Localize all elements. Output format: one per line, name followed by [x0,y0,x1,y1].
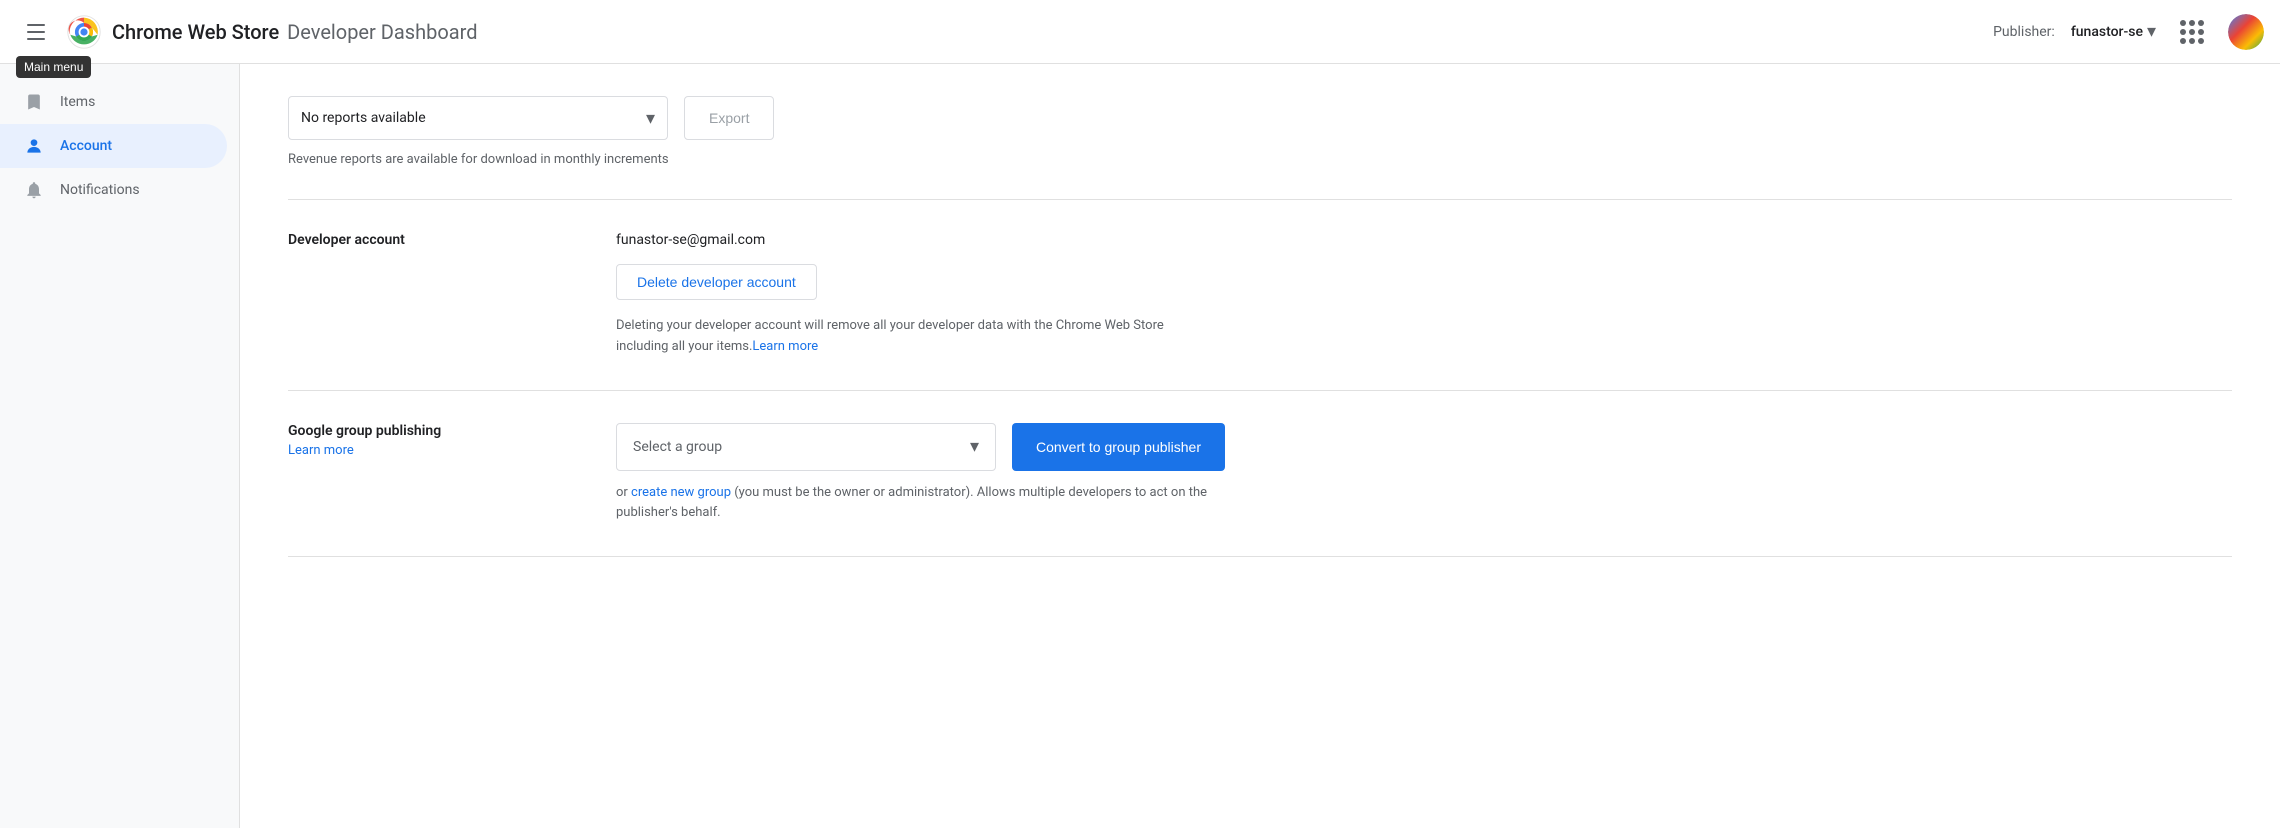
bell-icon [24,180,44,200]
app-name: Chrome Web Store [112,20,279,44]
publisher-label: Publisher: [1993,24,2055,40]
person-icon [24,136,44,156]
reports-chevron-icon: ▾ [646,108,655,129]
bookmark-icon [24,92,44,112]
grid-dots-icon [2180,20,2204,44]
developer-account-right: funastor-se@gmail.com Delete developer a… [616,232,2232,358]
sidebar-item-notifications-label: Notifications [60,182,140,198]
chrome-logo [64,12,104,52]
group-hint: or create new group (you must be the own… [616,483,1236,525]
hamburger-icon [27,24,45,40]
publisher-chevron-icon: ▾ [2147,21,2156,42]
reports-section: No reports available ▾ Export Revenue re… [288,96,2232,200]
developer-account-section: Developer account funastor-se@gmail.com … [288,200,2232,391]
group-dropdown-placeholder: Select a group [633,439,722,455]
reports-row: No reports available ▾ Export [288,96,2232,140]
developer-learn-more-link[interactable]: Learn more [752,339,818,354]
reports-dropdown[interactable]: No reports available ▾ [288,96,668,140]
export-button[interactable]: Export [684,96,774,140]
delete-account-button[interactable]: Delete developer account [616,264,817,300]
convert-to-group-button[interactable]: Convert to group publisher [1012,423,1225,471]
group-chevron-icon: ▾ [970,436,979,457]
group-publishing-section: Google group publishing Learn more Selec… [288,391,2232,558]
publisher-selector[interactable]: funastor-se ▾ [2071,21,2156,42]
developer-account-left: Developer account [288,232,568,358]
main-content: No reports available ▾ Export Revenue re… [240,64,2280,828]
app-subtitle: Developer Dashboard [287,20,477,44]
developer-email: funastor-se@gmail.com [616,232,2232,248]
group-learn-more-link[interactable]: Learn more [288,443,568,458]
group-publishing-title: Google group publishing [288,423,568,439]
sidebar-item-items[interactable]: Items [0,80,227,124]
publisher-name-text: funastor-se [2071,24,2143,40]
developer-account-title: Developer account [288,232,568,248]
reports-hint: Revenue reports are available for downlo… [288,152,2232,167]
sidebar: Items Account Notifications [0,64,240,828]
sidebar-item-items-label: Items [60,94,95,110]
main-menu-button[interactable]: Main menu [16,12,56,52]
sidebar-item-notifications[interactable]: Notifications [0,168,227,212]
sidebar-item-account[interactable]: Account [0,124,227,168]
group-dropdown[interactable]: Select a group ▾ [616,423,996,471]
group-publishing-right: Select a group ▾ Convert to group publis… [616,423,2232,525]
create-new-group-link[interactable]: create new group [631,485,731,500]
header: Main menu Chrome Web Store Developer Das… [0,0,2280,64]
header-right: Publisher: funastor-se ▾ [1993,12,2264,52]
delete-hint: Deleting your developer account will rem… [616,316,1176,358]
reports-dropdown-value: No reports available [301,110,426,126]
avatar[interactable] [2228,14,2264,50]
group-publishing-left: Google group publishing Learn more [288,423,568,525]
layout: Items Account Notifications [0,64,2280,828]
main-menu-tooltip: Main menu [16,56,91,78]
sidebar-item-account-label: Account [60,138,112,154]
google-apps-button[interactable] [2172,12,2212,52]
header-title: Chrome Web Store Developer Dashboard [112,20,478,44]
group-row: Select a group ▾ Convert to group publis… [616,423,2232,471]
